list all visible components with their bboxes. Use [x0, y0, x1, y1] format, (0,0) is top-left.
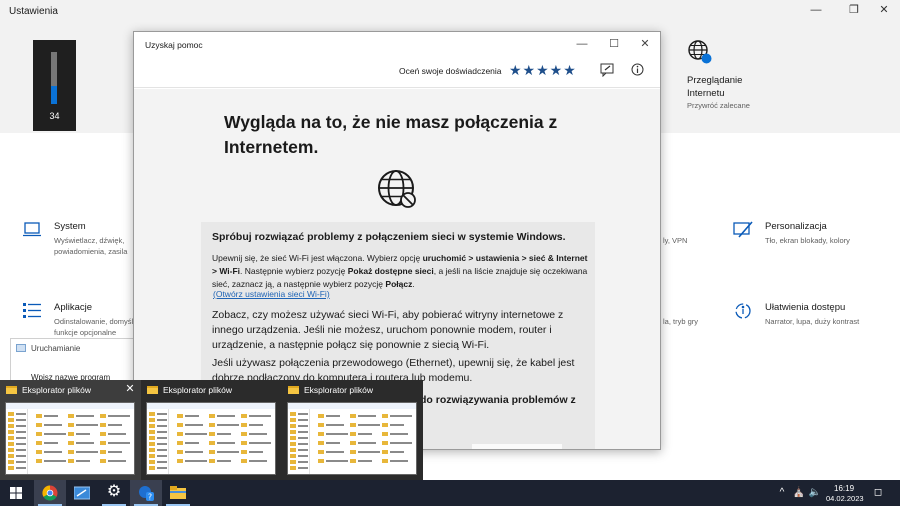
network-icon[interactable]: ⛪	[792, 486, 806, 500]
thumbnail-close-icon[interactable]: ✕	[123, 382, 137, 396]
thumbnail-preview	[5, 402, 135, 475]
clock-time[interactable]: 16:19	[834, 484, 854, 493]
troubleshooter-text-partial: do rozwiązywania problemów z	[420, 394, 576, 406]
help-maximize-button[interactable]: ☐	[599, 36, 629, 52]
personalization-pen-icon	[733, 221, 753, 238]
folder-icon	[147, 386, 158, 394]
minimize-button[interactable]: —	[804, 2, 828, 18]
rating-stars[interactable]: ★★★★★	[509, 62, 577, 79]
category-system-desc-2: powiadomienia, zasila	[54, 247, 128, 256]
notification-icon[interactable]: ◻	[871, 486, 885, 500]
run-dialog[interactable]: Uruchamianie Wpisz nazwę program	[10, 338, 134, 386]
taskbar-settings[interactable]: ⚙	[98, 480, 130, 506]
browse-tile-subtitle[interactable]: Przywróć zalecane	[687, 101, 750, 110]
open-wifi-settings-link[interactable]: (Otwórz ustawienia sieci Wi-Fi)	[213, 289, 330, 299]
no-internet-heading: Wygląda na to, że nie masz połączenia z …	[224, 112, 558, 157]
close-button[interactable]: ✕	[872, 2, 896, 18]
taskbar-chrome[interactable]	[34, 480, 66, 506]
category-gaming-desc-partial: la, tryb gry	[663, 317, 699, 326]
folder-icon	[170, 486, 186, 499]
volume-flyout[interactable]: 34	[33, 40, 76, 131]
chevron-up-icon[interactable]: ^	[775, 486, 789, 500]
category-apps-title[interactable]: Aplikacje	[54, 302, 92, 313]
browse-tile-title[interactable]: Przeglądanie Internetu	[687, 74, 767, 100]
explorer-thumbnail-1[interactable]: Eksplorator plików ✕	[0, 380, 141, 480]
troubleshoot-title: Spróbuj rozwiązać problemy z połączeniem…	[212, 231, 566, 243]
help-question-icon: ?	[139, 486, 154, 502]
help-title: Uzyskaj pomoc	[145, 40, 203, 50]
wifi-instructions: Upewnij się, że sieć Wi-Fi jest włączona…	[212, 253, 588, 289]
button-partial[interactable]	[472, 444, 562, 449]
rate-experience-label: Oceń swoje doświadczenia	[399, 66, 502, 76]
thumbnail-preview	[146, 402, 276, 475]
taskbar: ⚙ ?	[0, 480, 900, 506]
taskbar-app-window[interactable]	[66, 480, 98, 506]
clock-date[interactable]: 04.02.2023	[826, 494, 864, 503]
explorer-thumbnail-3[interactable]: Eksplorator plików	[282, 380, 423, 480]
apps-list-icon	[23, 303, 41, 318]
folder-icon	[6, 386, 17, 394]
taskbar-thumbnails: Eksplorator plików ✕ Eksplorator plików …	[0, 380, 423, 480]
volume-slider[interactable]	[51, 52, 57, 104]
gear-icon: ⚙	[106, 483, 122, 500]
category-personalization-title[interactable]: Personalizacja	[765, 221, 827, 232]
category-apps-desc-2: funkcje opcjonalne	[54, 328, 117, 337]
help-close-button[interactable]: ✕	[630, 36, 660, 52]
settings-title: Ustawienia	[9, 6, 58, 17]
svg-text:?: ?	[148, 493, 152, 502]
globe-blocked-icon	[378, 170, 416, 208]
restore-button[interactable]: ❐	[842, 2, 866, 18]
help-toolbar: Oceń swoje doświadczenia ★★★★★	[134, 56, 660, 88]
start-button[interactable]	[0, 480, 32, 506]
window-app-icon	[74, 486, 90, 500]
help-titlebar[interactable]: Uzyskaj pomoc — ☐ ✕	[134, 32, 660, 56]
wifi-other-device-text: Zobacz, czy możesz używać sieci Wi-Fi, a…	[212, 309, 564, 351]
run-window-icon	[16, 344, 26, 352]
category-personalization-desc: Tło, ekran blokady, kolory	[765, 236, 850, 245]
thumbnail-title: Eksplorator plików	[22, 385, 91, 395]
run-dialog-title: Uruchamianie	[31, 344, 81, 353]
accessibility-icon	[735, 303, 751, 319]
laptop-icon	[23, 222, 41, 237]
feedback-icon[interactable]	[600, 63, 614, 77]
explorer-thumbnail-2[interactable]: Eksplorator plików	[141, 380, 282, 480]
category-system-desc-1: Wyświetlacz, dźwięk,	[54, 236, 125, 245]
taskbar-file-explorer[interactable]	[162, 480, 194, 506]
volume-slider-fill	[51, 86, 57, 104]
category-apps-desc-1: Odinstalowanie, domyślne,	[54, 317, 144, 326]
chrome-icon	[42, 485, 58, 501]
windows-logo-icon	[10, 487, 22, 499]
category-network-desc-partial: ly, VPN	[663, 236, 688, 245]
category-accessibility-desc: Narrator, lupa, duży kontrast	[765, 317, 860, 326]
thumbnail-title: Eksplorator plików	[304, 385, 373, 395]
speaker-icon[interactable]: 🔈	[808, 486, 822, 500]
category-accessibility-title[interactable]: Ułatwienia dostępu	[765, 302, 845, 313]
folder-icon	[288, 386, 299, 394]
thumbnail-title: Eksplorator plików	[163, 385, 232, 395]
category-system-title[interactable]: System	[54, 221, 86, 232]
thumbnail-preview	[287, 402, 417, 475]
globe-icon	[688, 40, 712, 64]
taskbar-get-help[interactable]: ?	[130, 480, 162, 506]
volume-value: 34	[49, 111, 60, 121]
help-minimize-button[interactable]: —	[567, 36, 597, 52]
info-icon[interactable]	[631, 63, 644, 76]
